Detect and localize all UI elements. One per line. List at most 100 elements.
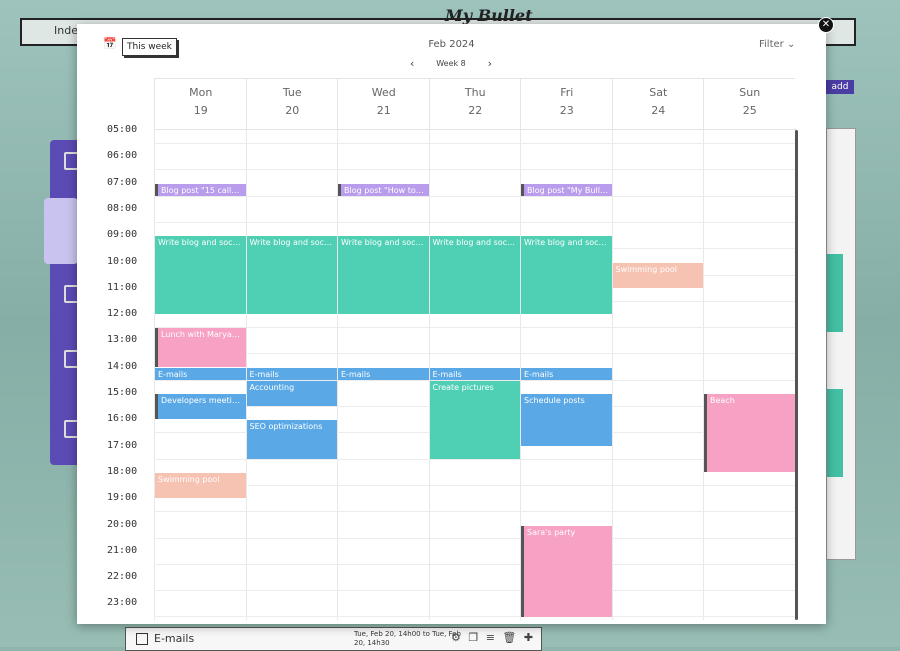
calendar-event[interactable]: Swimming pool xyxy=(612,262,703,288)
day-name: Mon xyxy=(189,86,213,99)
hour-label: 20:00 xyxy=(107,518,138,530)
sidebar-selected-item[interactable] xyxy=(44,198,78,264)
hour-label: 07:00 xyxy=(107,176,138,188)
vertical-scrollbar[interactable] xyxy=(795,130,798,620)
app-logo-title: My Bullet xyxy=(445,6,533,25)
filter-dropdown[interactable]: Filter ⌄ xyxy=(759,39,795,50)
hour-line xyxy=(154,537,795,539)
day-name: Thu xyxy=(464,86,486,99)
background-task-row: E-mails Tue, Feb 20, 14h00 to Tue, Feb 2… xyxy=(125,627,542,651)
hour-line xyxy=(154,353,795,355)
hour-label: 12:00 xyxy=(107,308,138,320)
week-label: Week 8 xyxy=(436,59,466,68)
calendar-modal: 📅 This week Feb 2024 ‹ Week 8 › Filter ⌄… xyxy=(77,24,826,624)
hour-label: 10:00 xyxy=(107,255,138,267)
calendar-event[interactable]: Swimming pool xyxy=(155,472,246,499)
calendar-event[interactable]: Write blog and soc… xyxy=(521,236,612,315)
hour-label: 06:00 xyxy=(107,150,138,162)
hour-label: 05:00 xyxy=(107,124,138,135)
calendar-event[interactable]: Sara's party xyxy=(521,525,612,617)
hour-label: 19:00 xyxy=(107,492,138,504)
day-name: Sat xyxy=(649,86,668,99)
hour-label: 15:00 xyxy=(107,387,138,398)
day-header: Sat 24 xyxy=(611,79,705,129)
hour-label: 17:00 xyxy=(107,439,138,451)
day-date: 21 xyxy=(376,104,391,117)
calendar-event[interactable]: E-mails xyxy=(338,367,429,380)
hour-label: 21:00 xyxy=(107,544,138,556)
day-name: Fri xyxy=(560,86,574,99)
hour-line xyxy=(154,143,795,144)
hour-line xyxy=(154,563,795,565)
hour-label: 23:00 xyxy=(107,597,138,609)
day-date: 25 xyxy=(742,104,757,117)
hour-label: 16:00 xyxy=(107,413,138,425)
calendar-event[interactable]: Developers meeti… xyxy=(155,394,246,420)
calendar-event[interactable]: E-mails xyxy=(429,367,520,380)
close-icon[interactable]: ✕ xyxy=(818,17,834,33)
month-label: Feb 2024 xyxy=(428,39,475,50)
day-header: Sun 25 xyxy=(703,79,796,129)
hour-label: 08:00 xyxy=(107,202,138,214)
day-header: Thu 22 xyxy=(428,79,522,129)
calendar-event[interactable]: Write blog and soc… xyxy=(246,236,337,315)
day-header: Fri 23 xyxy=(520,79,613,129)
day-date: 19 xyxy=(193,104,208,117)
calendar-event[interactable]: Schedule posts xyxy=(521,394,612,446)
day-name: Wed xyxy=(371,86,396,99)
calendar-event[interactable]: Lunch with Marya… xyxy=(155,328,246,367)
calendar-event[interactable]: Create pictures xyxy=(429,380,520,459)
hour-line xyxy=(154,195,795,197)
day-header-row: Mon 19 Tue 20 Wed 21 Thu 22 Fri 23 Sat 24 Sun 25 xyxy=(154,78,795,130)
background-window-label: Inde xyxy=(54,24,78,37)
column-divider xyxy=(611,128,613,620)
day-header: Tue 20 xyxy=(245,79,339,129)
background-event-block xyxy=(827,389,843,477)
hour-line xyxy=(154,511,795,513)
day-header: Wed 21 xyxy=(337,79,430,129)
background-sidebar xyxy=(44,140,80,465)
background-event-block xyxy=(827,254,843,332)
day-date: 20 xyxy=(285,104,300,117)
filter-label: Filter xyxy=(759,39,784,50)
calendar-event[interactable]: Blog post "15 calle… xyxy=(155,183,246,196)
day-name: Tue xyxy=(282,86,302,99)
calendar-event[interactable]: Accounting xyxy=(246,380,337,407)
hour-line xyxy=(154,590,795,592)
week-grid: 05:00 06:00 07:00 08:00 09:00 10:00 11:00 12:00… xyxy=(77,124,826,620)
hour-label: 13:00 xyxy=(107,334,138,346)
hour-label: 09:00 xyxy=(107,229,138,241)
calendar-event[interactable]: E-mails xyxy=(521,367,612,380)
calendar-event[interactable]: Blog post "My Bulle… xyxy=(521,183,612,196)
task-checkbox[interactable] xyxy=(136,633,148,645)
hour-line xyxy=(154,458,795,460)
chevron-right-icon[interactable]: › xyxy=(488,57,492,70)
hour-line xyxy=(154,327,795,329)
calendar-event[interactable]: Beach xyxy=(704,394,795,472)
add-button[interactable]: add xyxy=(826,80,854,94)
week-navigator: ‹ Week 8 › xyxy=(410,57,492,71)
hour-line xyxy=(154,221,795,223)
calendar-event[interactable]: SEO optimizations xyxy=(246,420,337,459)
hour-line xyxy=(154,616,795,618)
task-tools[interactable]: ⚙ ❐ ≡ 🗑 ✚ xyxy=(451,631,535,644)
hour-line xyxy=(154,169,795,171)
calendar-event[interactable]: Write blog and soc… xyxy=(155,236,246,315)
calendar-event[interactable]: E-mails xyxy=(246,367,337,380)
calendar-event[interactable]: Blog post "How to … xyxy=(338,183,429,196)
hour-label: 11:00 xyxy=(107,281,138,293)
calendar-event[interactable]: E-mails xyxy=(155,367,246,380)
day-date: 23 xyxy=(559,104,574,117)
day-date: 22 xyxy=(468,104,483,117)
hour-label: 22:00 xyxy=(107,571,138,583)
task-label: E-mails xyxy=(154,632,195,645)
task-date: Tue, Feb 20, 14h00 to Tue, Feb 20, 14h30 xyxy=(354,630,461,647)
hour-label: 18:00 xyxy=(107,465,138,477)
hour-line xyxy=(154,484,795,486)
column-divider xyxy=(703,128,704,620)
calendar-event[interactable]: Write blog and soc… xyxy=(429,236,520,315)
background-right-panel xyxy=(826,128,856,560)
chevron-down-icon: ⌄ xyxy=(786,39,796,50)
day-header: Mon 19 xyxy=(154,79,247,129)
calendar-event[interactable]: Write blog and soc… xyxy=(338,236,429,315)
